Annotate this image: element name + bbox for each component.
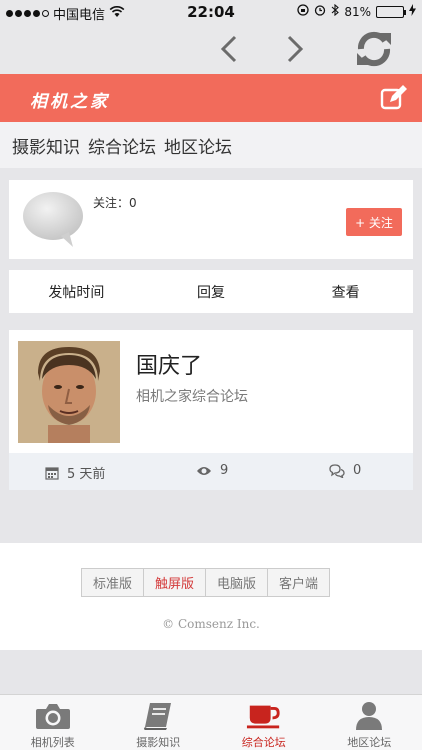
tab-photography-knowledge[interactable]: 摄影知识: [106, 695, 212, 750]
follow-button[interactable]: + 关注: [346, 208, 402, 236]
bluetooth-icon: [331, 3, 340, 19]
chat-bubble-icon: [21, 190, 85, 248]
post-meta-bar: 5 天前 9 0: [9, 453, 413, 490]
post-time-value: 5 天前: [67, 467, 106, 482]
bottom-tab-bar: 相机列表 摄影知识 综合论坛 地区论坛: [0, 694, 422, 750]
version-switcher: 标准版 触屏版 电脑版 客户端: [81, 568, 331, 597]
copyright: © Comsenz Inc.: [162, 617, 260, 631]
brand-title: 相机之家: [30, 92, 110, 112]
calendar-icon: [45, 466, 59, 480]
post-replies: 0: [329, 463, 361, 478]
forum-info-card: 关注：0 + 关注: [9, 180, 413, 259]
user-icon: [351, 701, 387, 731]
book-icon: [140, 701, 176, 731]
post-views-value: 9: [220, 463, 229, 478]
app-header: 相机之家: [0, 74, 422, 122]
refresh-button[interactable]: [350, 24, 398, 74]
post-replies-value: 0: [353, 463, 362, 478]
post-time: 5 天前: [45, 463, 105, 482]
post-author-avatar: [18, 341, 120, 443]
alarm-icon: [314, 4, 326, 19]
category-tab-regional[interactable]: 地区论坛: [164, 133, 232, 158]
chevron-right-icon: [287, 35, 304, 63]
sort-bar: 发帖时间 回复 查看: [9, 270, 413, 313]
coffee-cup-icon: [246, 701, 282, 731]
post-card[interactable]: 国庆了 相机之家综合论坛 5 天前 9 0: [9, 330, 413, 490]
charging-icon: [409, 4, 416, 19]
battery-icon: [376, 5, 406, 18]
forward-button[interactable]: [280, 24, 310, 74]
category-tabs: 摄影知识 综合论坛 地区论坛: [0, 122, 422, 168]
sort-by-post-time[interactable]: 发帖时间: [9, 282, 144, 302]
tab-photography-knowledge-label: 摄影知识: [136, 736, 181, 749]
edit-icon: [380, 85, 407, 110]
compose-button[interactable]: [380, 85, 408, 111]
orientation-lock-icon: [297, 4, 309, 19]
sort-by-replies[interactable]: 回复: [144, 282, 279, 302]
category-tab-general[interactable]: 综合论坛: [88, 133, 156, 158]
eye-icon: [197, 466, 211, 475]
version-standard[interactable]: 标准版: [82, 569, 145, 596]
sort-by-views[interactable]: 查看: [278, 282, 413, 302]
camera-icon: [35, 701, 71, 731]
tab-general-forum[interactable]: 综合论坛: [211, 695, 317, 750]
tab-regional-forum-label: 地区论坛: [347, 736, 392, 749]
refresh-icon: [357, 31, 391, 67]
post-title[interactable]: 国庆了: [136, 348, 202, 380]
version-desktop[interactable]: 电脑版: [206, 569, 269, 596]
post-views: 9: [196, 463, 228, 478]
tab-regional-forum[interactable]: 地区论坛: [317, 695, 422, 750]
version-touch[interactable]: 触屏版: [144, 569, 207, 596]
category-tab-photography[interactable]: 摄影知识: [12, 133, 80, 158]
chevron-left-icon: [220, 35, 237, 63]
tab-general-forum-label: 综合论坛: [241, 736, 286, 749]
post-forum-name: 相机之家综合论坛: [136, 389, 248, 405]
version-client[interactable]: 客户端: [268, 569, 330, 596]
nav-bar: [0, 24, 422, 74]
back-button[interactable]: [214, 24, 244, 74]
tab-camera-list-label: 相机列表: [30, 736, 75, 749]
comments-icon: [329, 463, 345, 478]
tab-camera-list[interactable]: 相机列表: [0, 695, 106, 750]
status-bar: 中国电信 22:04 81%: [0, 0, 422, 24]
battery-percent: 81%: [344, 4, 371, 19]
page-footer: 标准版 触屏版 电脑版 客户端 © Comsenz Inc.: [0, 543, 422, 650]
follow-count: 关注：0: [93, 196, 137, 210]
